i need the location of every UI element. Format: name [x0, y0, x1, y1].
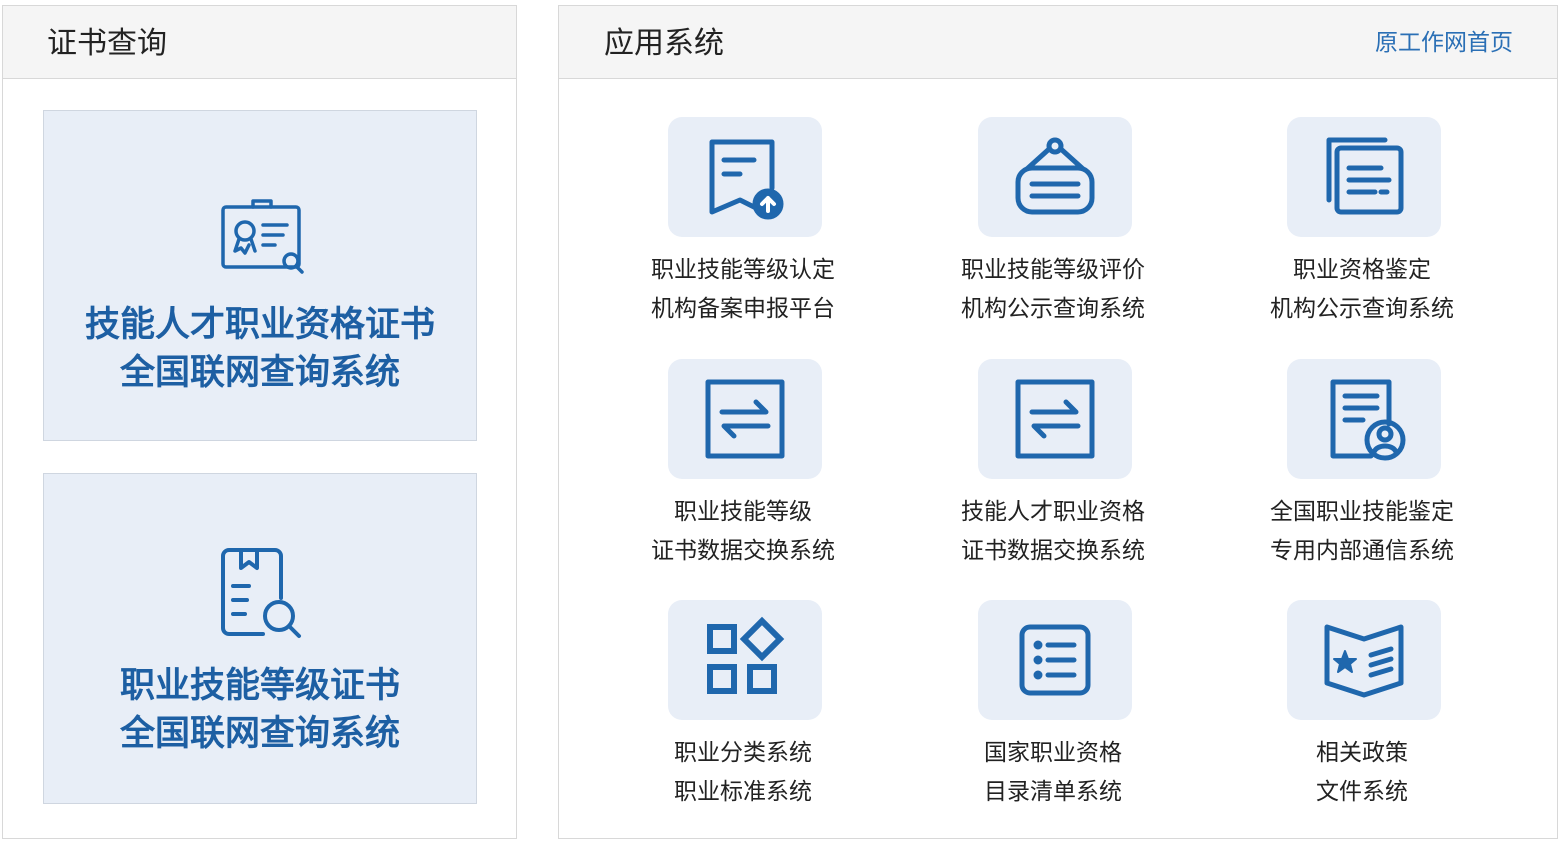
app-qualification-catalog[interactable]: 国家职业资格 目录清单系统 — [923, 600, 1183, 830]
app-qualification-appraisal[interactable]: 职业资格鉴定 机构公示查询系统 — [1232, 117, 1492, 347]
application-systems-panel: 应用系统 原工作网首页 职业技能等级认定 机构备案申报平台 职业技能等级评价 机… — [558, 5, 1558, 839]
app-label-line1: 技能人才职业资格 — [961, 499, 1145, 525]
hanging-sign-icon — [1015, 137, 1095, 215]
app-skill-talent-data-exchange[interactable]: 技能人才职业资格 证书数据交换系统 — [923, 359, 1183, 589]
document-user-icon — [1330, 379, 1406, 461]
certificate-query-panel: 证书查询 技能人才职业资格证书 全国联网查询系统 职业技能等级证书 全国联网查询… — [2, 5, 517, 839]
cert-card-line1: 职业技能等级证书 — [119, 666, 400, 706]
app-label-line2: 专用内部通信系统 — [1270, 538, 1454, 564]
app-icon-tile — [668, 600, 822, 720]
app-icon-tile — [1287, 600, 1441, 720]
app-icon-tile — [978, 600, 1132, 720]
app-label-line1: 职业技能等级认定 — [651, 257, 835, 283]
app-label-line2: 职业标准系统 — [674, 779, 812, 805]
app-label-line1: 职业资格鉴定 — [1293, 257, 1431, 283]
cert-card-skill-level[interactable]: 职业技能等级证书 全国联网查询系统 — [43, 473, 477, 804]
app-label-line2: 目录清单系统 — [984, 779, 1122, 805]
exchange-arrows-icon — [705, 379, 785, 459]
category-grid-icon — [707, 616, 785, 694]
policy-book-icon — [1324, 624, 1404, 698]
app-label-line2: 证书数据交换系统 — [961, 538, 1145, 564]
app-icon-tile — [1287, 359, 1441, 479]
app-label-line1: 职业分类系统 — [674, 740, 812, 766]
app-occupation-classification[interactable]: 职业分类系统 职业标准系统 — [613, 600, 873, 830]
exchange-arrows-icon — [1015, 379, 1095, 459]
app-label-line2: 机构公示查询系统 — [1270, 296, 1454, 322]
app-label-line2: 证书数据交换系统 — [651, 538, 835, 564]
app-related-policies[interactable]: 相关政策 文件系统 — [1232, 600, 1492, 830]
cert-card-line2: 全国联网查询系统 — [119, 353, 400, 393]
app-label: 相关政策 文件系统 — [1232, 734, 1492, 812]
app-label: 职业资格鉴定 机构公示查询系统 — [1232, 251, 1492, 329]
cert-card-line2: 全国联网查询系统 — [119, 714, 400, 754]
app-icon-tile — [978, 359, 1132, 479]
app-label: 全国职业技能鉴定 专用内部通信系统 — [1232, 493, 1492, 571]
app-icon-tile — [978, 117, 1132, 237]
app-label-line1: 职业技能等级评价 — [961, 257, 1145, 283]
app-label-line1: 职业技能等级 — [674, 499, 812, 525]
certificate-query-header: 证书查询 — [3, 6, 516, 79]
app-label: 职业技能等级 证书数据交换系统 — [613, 493, 873, 571]
document-search-icon — [221, 548, 301, 638]
app-skill-level-data-exchange[interactable]: 职业技能等级 证书数据交换系统 — [613, 359, 873, 589]
certificate-search-icon — [221, 199, 304, 274]
app-label-line1: 国家职业资格 — [984, 740, 1122, 766]
app-icon-tile — [668, 359, 822, 479]
app-label-line1: 相关政策 — [1316, 740, 1408, 766]
document-upload-icon — [709, 139, 784, 220]
cert-card-skill-level-title: 职业技能等级证书 全国联网查询系统 — [44, 662, 476, 758]
app-skill-level-evaluation[interactable]: 职业技能等级评价 机构公示查询系统 — [923, 117, 1183, 347]
app-internal-communication[interactable]: 全国职业技能鉴定 专用内部通信系统 — [1232, 359, 1492, 589]
app-skill-level-accreditation[interactable]: 职业技能等级认定 机构备案申报平台 — [613, 117, 873, 347]
original-homepage-link[interactable]: 原工作网首页 — [1375, 28, 1513, 58]
list-icon — [1019, 624, 1091, 696]
app-label-line2: 机构公示查询系统 — [961, 296, 1145, 322]
app-label-line2: 文件系统 — [1316, 779, 1408, 805]
app-label: 国家职业资格 目录清单系统 — [923, 734, 1183, 812]
cert-card-line1: 技能人才职业资格证书 — [84, 305, 435, 345]
cert-card-skill-talent-title: 技能人才职业资格证书 全国联网查询系统 — [44, 301, 476, 397]
app-label: 技能人才职业资格 证书数据交换系统 — [923, 493, 1183, 571]
cert-card-skill-talent[interactable]: 技能人才职业资格证书 全国联网查询系统 — [43, 110, 477, 441]
app-label: 职业分类系统 职业标准系统 — [613, 734, 873, 812]
application-systems-title: 应用系统 — [604, 26, 724, 61]
application-systems-header: 应用系统 原工作网首页 — [559, 6, 1557, 79]
app-icon-tile — [668, 117, 822, 237]
app-label-line2: 机构备案申报平台 — [651, 296, 835, 322]
app-icon-tile — [1287, 117, 1441, 237]
certificate-query-title: 证书查询 — [47, 26, 167, 61]
app-label: 职业技能等级认定 机构备案申报平台 — [613, 251, 873, 329]
app-label-line1: 全国职业技能鉴定 — [1270, 499, 1454, 525]
app-label: 职业技能等级评价 机构公示查询系统 — [923, 251, 1183, 329]
stacked-cards-icon — [1326, 137, 1404, 215]
